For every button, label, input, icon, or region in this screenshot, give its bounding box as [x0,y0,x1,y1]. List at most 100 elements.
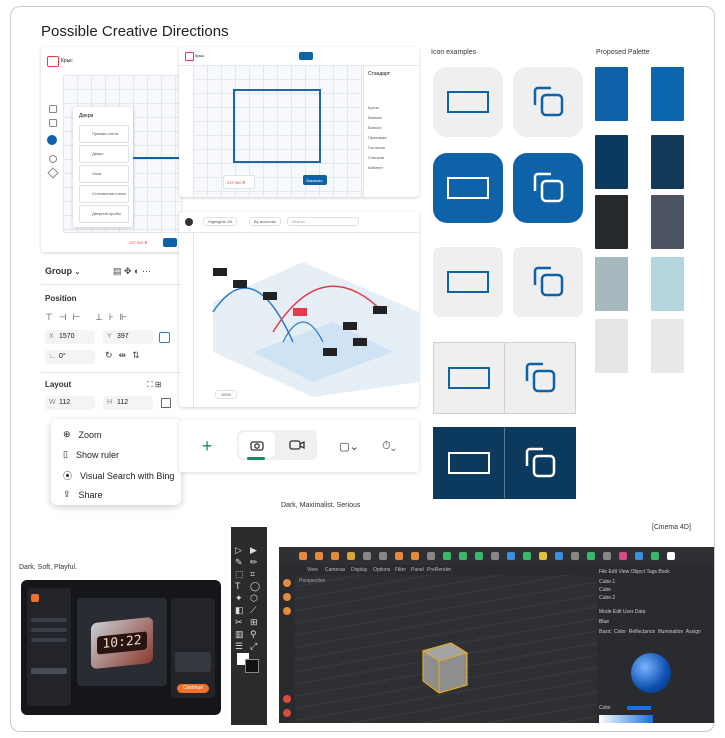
c4d-toolbar-icon[interactable] [667,552,675,560]
c4d-toolbar-icon[interactable] [603,552,611,560]
toolbox-tool-icon[interactable]: ✏ [250,557,258,568]
menu-item-zoom[interactable]: ⊕ Zoom [63,429,102,440]
c4d-toolbar-icon[interactable] [299,552,307,560]
c4d-toolbar-icon[interactable] [379,552,387,560]
mockup2-panel-row[interactable]: Кухня [368,105,379,110]
c4d-toolbar-icon[interactable] [635,552,643,560]
align-icons[interactable]: ▤ ✥ ◐ ⋯ [113,266,151,277]
mockup1-tool-icon[interactable] [47,167,59,179]
clip-content-icon[interactable] [161,398,171,408]
mockup1-active-tool-icon[interactable] [47,135,57,145]
c4d-toolbar-icon[interactable] [491,552,499,560]
c4d-toolbar-icon[interactable] [619,552,627,560]
menu-item-share[interactable]: ⇪ Share [63,489,103,500]
layout-icons[interactable]: ⛶ ⊞ [147,380,162,390]
c4d-toolbar-icon[interactable] [443,552,451,560]
width-field[interactable]: W 112 [45,396,95,410]
c4d-object-row[interactable]: Cube [599,587,611,593]
mockup3-highlights-select[interactable]: Highlights 2/5 [203,217,238,226]
c4d-toolbar-icon[interactable] [331,552,339,560]
c4d-rail-icon[interactable] [283,695,291,703]
toolbox-tool-icon[interactable]: T [235,581,241,591]
mockup3-search-input[interactable]: Search [287,217,359,226]
mockup3-node[interactable] [343,322,357,330]
rotation-field[interactable]: ∟ 0° [45,350,95,364]
flip-icons[interactable]: ↻⇹⇅ [105,350,146,361]
c4d-cube-object[interactable] [415,635,475,697]
c4d-rail-icon[interactable] [283,607,291,615]
soft-sidebar-item-active[interactable] [31,668,67,674]
c4d-menu-options[interactable]: Options [373,567,390,573]
toolbox-tool-icon[interactable]: ⚲ [250,629,257,640]
toolbox-tool-icon[interactable]: ✎ [235,557,243,568]
toolbox-tool-icon[interactable]: ⬡ [250,593,258,604]
c4d-toolbar-icon[interactable] [587,552,595,560]
c4d-color-swatch[interactable] [627,706,651,710]
c4d-toolbar-icon[interactable] [459,552,467,560]
c4d-toolbar-icon[interactable] [523,552,531,560]
soft-cta-button[interactable]: Continue [177,684,209,693]
menu-item-visual-search[interactable]: ⦿ Visual Search with Bing [63,469,174,482]
c4d-toolbar-icon[interactable] [475,552,483,560]
alignment-buttons-icon[interactable]: ⊤⊣⊢ ⊥⊦⊩ [45,312,133,323]
c4d-toolbar-icon[interactable] [651,552,659,560]
toolbox-tool-icon[interactable]: ⌗ [250,569,255,580]
mockup1-list-item[interactable]: Двери [79,145,129,163]
c4d-object-row[interactable]: Cube.2 [599,595,615,601]
c4d-tab-reflectance[interactable]: Reflectance [629,629,655,635]
toolbox-tool-icon[interactable]: ◯ [250,581,260,592]
c4d-rail-icon[interactable] [283,709,291,717]
toolbox-tool-icon[interactable]: ☰ [235,641,243,652]
shape-select-icon[interactable]: ▢⌄ [335,436,363,456]
mockup2-header-button[interactable] [299,52,313,60]
mockup2-panel-row[interactable]: Спальня [368,155,384,160]
mockup1-list-item[interactable]: Стеклянная стена [79,185,129,203]
y-field[interactable]: Y 397 [103,330,153,344]
toolbox-tool-icon[interactable]: ◧ [235,605,244,616]
c4d-menu-cameras[interactable]: Cameras [325,567,345,573]
toolbox-tool-icon[interactable]: ▥ [235,629,244,640]
video-mode-button[interactable] [279,432,315,458]
c4d-menu-filter[interactable]: Filter [395,567,406,573]
soft-sidebar-item[interactable] [31,638,67,642]
x-field[interactable]: X 1570 [45,330,95,344]
c4d-toolbar-icon[interactable] [571,552,579,560]
mockup1-list-item[interactable]: Прямая стена [79,125,129,143]
toolbox-tool-icon[interactable]: ▷ [235,545,242,556]
mockup2-panel-row[interactable]: Гостиная [368,145,385,150]
c4d-tab-color[interactable]: Color [614,629,626,635]
mockup3-node[interactable] [233,280,247,288]
soft-sidebar-item[interactable] [31,628,67,632]
toolbox-tool-icon[interactable]: ⊞ [250,617,258,628]
mockup3-node[interactable] [373,306,387,314]
mockup3-node[interactable] [323,348,337,356]
toolbox-tool-icon[interactable]: ✂ [235,617,243,628]
group-dropdown[interactable]: Group ⌄ [45,266,80,276]
mockup1-list-item[interactable]: Дверной проём [79,205,129,223]
height-field[interactable]: H 112 [103,396,153,410]
toolbox-tool-icon[interactable]: ▶ [250,545,257,556]
c4d-menu-view[interactable]: View [307,567,318,573]
mockup1-tool-icon[interactable] [49,119,57,127]
mockup3-node[interactable] [353,338,367,346]
mockup1-tool-icon[interactable] [49,155,57,163]
c4d-toolbar-icon[interactable] [347,552,355,560]
mockup2-panel-row[interactable]: Балкон [368,125,381,130]
mockup3-group-select[interactable]: By accounts [249,217,281,226]
c4d-toolbar-icon[interactable] [427,552,435,560]
mockup3-node[interactable] [213,268,227,276]
constrain-icon[interactable] [159,332,170,343]
toolbox-tool-icon[interactable]: ⬚ [235,569,244,580]
soft-sidebar-item[interactable] [31,618,67,622]
mockup1-cta-button[interactable] [163,238,177,247]
mockup2-panel-row[interactable]: Кабинет [368,165,383,170]
background-color-swatch[interactable] [245,659,259,673]
toolbox-tool-icon[interactable]: ⤢ [250,641,257,652]
toolbox-tool-icon[interactable]: ✦ [235,593,243,604]
timer-off-icon[interactable]: ⏱⌄ [375,436,403,456]
c4d-viewport[interactable]: Perspective [295,575,597,723]
mockup3-node[interactable] [263,292,277,300]
c4d-color-picker[interactable] [599,715,653,723]
photo-mode-button[interactable] [239,432,275,458]
mockup3-zoom-control[interactable]: 100% [215,390,238,399]
